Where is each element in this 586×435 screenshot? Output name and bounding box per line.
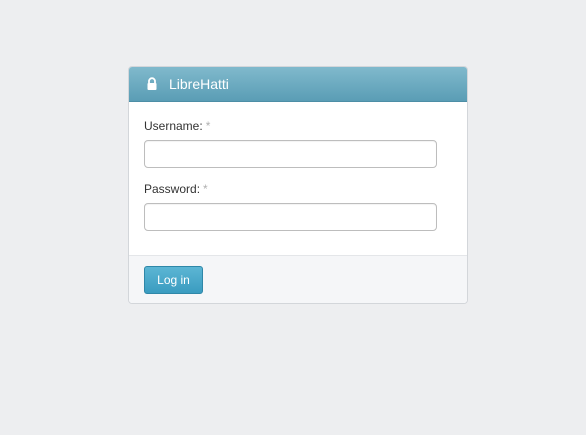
password-input[interactable] xyxy=(144,203,437,231)
password-group: Password: * xyxy=(144,182,452,231)
login-form: Username: * Password: * xyxy=(129,102,467,257)
username-required-mark: * xyxy=(205,119,211,133)
username-group: Username: * xyxy=(144,119,452,168)
username-label-text: Username: xyxy=(144,119,203,133)
panel-header: LibreHatti xyxy=(129,67,467,102)
panel-footer: Log in xyxy=(129,255,467,303)
password-label: Password: * xyxy=(144,182,452,197)
panel-title: LibreHatti xyxy=(169,76,229,92)
password-label-text: Password: xyxy=(144,182,201,196)
login-button[interactable]: Log in xyxy=(144,265,203,294)
login-panel: LibreHatti Username: * Password: * Log in xyxy=(128,66,468,304)
lock-icon xyxy=(145,77,159,91)
username-input[interactable] xyxy=(144,140,437,168)
password-required-mark: * xyxy=(203,182,208,196)
username-label: Username: * xyxy=(144,119,452,134)
